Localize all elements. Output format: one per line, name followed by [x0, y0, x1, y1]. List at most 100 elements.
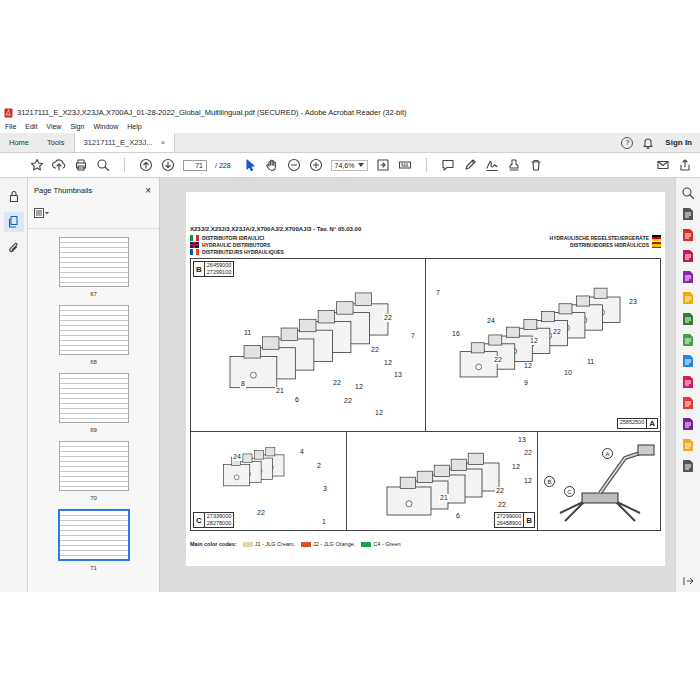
- tool-icon[interactable]: [682, 417, 694, 431]
- part-code: 26459000: [205, 262, 233, 269]
- mail-icon[interactable]: [656, 158, 670, 172]
- menu-item[interactable]: View: [46, 123, 61, 130]
- thumbnail[interactable]: 69: [59, 373, 129, 433]
- nav-button[interactable]: [4, 212, 24, 232]
- callout-number: 22: [523, 449, 533, 457]
- title-bar: 31217111_E_X23J,X23JA,X700AJ_01-28-2022_…: [0, 105, 700, 120]
- thumbnail[interactable]: 71: [58, 509, 130, 571]
- thumbnail[interactable]: 67: [59, 237, 129, 297]
- valve-drawing: [426, 259, 660, 431]
- help-button[interactable]: ?: [621, 137, 633, 149]
- nav-button[interactable]: [4, 238, 24, 258]
- tool-icon[interactable]: [682, 354, 694, 368]
- comment-icon[interactable]: [441, 158, 455, 172]
- tool-icon[interactable]: [682, 249, 694, 263]
- tool-icon[interactable]: [682, 207, 694, 221]
- flag-icon: [190, 242, 199, 248]
- callout-number: 22: [493, 356, 503, 364]
- up-icon[interactable]: [139, 158, 153, 172]
- sign-icon[interactable]: [485, 158, 499, 172]
- print-icon[interactable]: [74, 158, 88, 172]
- zoom-icon[interactable]: [681, 186, 695, 200]
- thumbnail-label: 71: [90, 565, 97, 571]
- main-area: Page Thumbnails×6768697071X23J/2,X23J/3,…: [0, 178, 700, 592]
- lift-drawing: [540, 433, 660, 529]
- callout-number: 22: [332, 379, 342, 387]
- section-title: DISTRIBUTEURS HYDRAULIQUES: [190, 249, 284, 255]
- trash-icon[interactable]: [529, 158, 543, 172]
- callout-number: 12: [374, 409, 384, 417]
- part-code: 25852500: [618, 419, 646, 426]
- menu-bar: File Edit View Sign Window Help: [0, 120, 700, 133]
- star-icon[interactable]: [30, 158, 44, 172]
- toolbar: 71/ 22874,6%: [0, 153, 700, 178]
- sign-in-button[interactable]: Sign In: [665, 138, 692, 147]
- callout-number: 9: [523, 379, 529, 387]
- hand-icon[interactable]: [265, 158, 279, 172]
- upload-icon[interactable]: [52, 158, 66, 172]
- zoom-field[interactable]: 74,6%: [331, 160, 369, 171]
- thumbnail[interactable]: 70: [59, 441, 129, 501]
- search-icon[interactable]: [96, 158, 110, 172]
- callout-number: 1: [321, 518, 327, 526]
- page-number-field[interactable]: 71: [183, 160, 207, 171]
- tool-icon[interactable]: [682, 228, 694, 242]
- keyboard-icon[interactable]: [398, 158, 412, 172]
- callout-number: 21: [275, 387, 285, 395]
- menu-item[interactable]: Edit: [25, 123, 37, 130]
- callout-number: 22: [497, 501, 507, 509]
- tab[interactable]: Tools: [38, 133, 74, 152]
- callout-number: 13: [517, 436, 527, 444]
- thumbnail-label: 69: [90, 427, 97, 433]
- cursor-icon[interactable]: [243, 158, 257, 172]
- pen-icon[interactable]: [463, 158, 477, 172]
- callout-number: 7: [410, 332, 416, 340]
- options-icon[interactable]: [34, 208, 50, 218]
- callout-number: 6: [455, 512, 461, 520]
- panel-letter: C: [194, 513, 205, 527]
- collapse-icon[interactable]: [682, 576, 694, 586]
- share-icon[interactable]: [678, 158, 692, 172]
- plus-icon[interactable]: [309, 158, 323, 172]
- minus-icon[interactable]: [287, 158, 301, 172]
- menu-item[interactable]: Window: [93, 123, 118, 130]
- acrobat-window: 31217111_E_X23J,X23JA,X700AJ_01-28-2022_…: [0, 105, 700, 592]
- menu-item[interactable]: Sign: [70, 123, 84, 130]
- tool-icon[interactable]: [682, 459, 694, 473]
- thumbnail-image: [58, 509, 130, 561]
- color-code: J1 - JLG Cream,: [243, 541, 295, 547]
- tool-icon[interactable]: [682, 375, 694, 389]
- tool-icon[interactable]: [682, 270, 694, 284]
- bell-icon[interactable]: [641, 136, 655, 150]
- location-marker: A: [602, 448, 613, 459]
- fit-icon[interactable]: [376, 158, 390, 172]
- tool-icon[interactable]: [682, 333, 694, 347]
- panel-letter: B: [194, 262, 205, 276]
- location-marker: C: [564, 486, 575, 497]
- tool-icon[interactable]: [682, 312, 694, 326]
- menu-item[interactable]: File: [5, 123, 16, 130]
- thumbnail-image: [59, 441, 129, 491]
- down-icon[interactable]: [161, 158, 175, 172]
- tool-icon[interactable]: [682, 438, 694, 452]
- tool-icon[interactable]: [682, 396, 694, 410]
- tab[interactable]: Home: [0, 133, 38, 152]
- panel-title: Page Thumbnails: [34, 186, 92, 195]
- tab-label: Home: [9, 138, 29, 147]
- section-title: HYDRAULIC DISTRIBUTORS: [190, 242, 284, 248]
- part-code: 27339000: [205, 513, 233, 520]
- color-swatch: [243, 542, 253, 547]
- callout-number: 4: [299, 448, 305, 456]
- document-page: X23J/2,X23J/3,X23JA/2,X700AJ/2,X700AJ/3 …: [186, 192, 665, 566]
- nav-button[interactable]: [4, 186, 24, 206]
- menu-item[interactable]: Help: [127, 123, 141, 130]
- panel-close-button[interactable]: ×: [145, 185, 151, 196]
- tab-close-button[interactable]: ×: [160, 138, 165, 147]
- tool-icon[interactable]: [682, 291, 694, 305]
- diagram-panel: 22711221213821221262212B2645900027299100: [191, 259, 426, 431]
- stamp-icon[interactable]: [507, 158, 521, 172]
- tab[interactable]: 31217111_E_X23J...×: [74, 133, 176, 152]
- thumbnail-image: [59, 373, 129, 423]
- thumbnail[interactable]: 68: [59, 305, 129, 365]
- callout-number: 11: [243, 329, 252, 337]
